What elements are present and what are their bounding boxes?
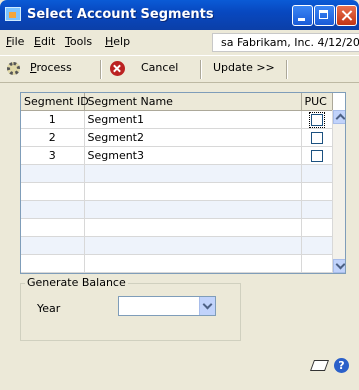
segment-id-cell: 3: [21, 146, 85, 165]
maximize-button[interactable]: [314, 5, 335, 26]
menu-bar: File Edit Tools Help sa Fabrikam, Inc. 4…: [2, 33, 359, 52]
app-icon: [5, 7, 21, 21]
group-title: Generate Balance: [25, 276, 128, 289]
menu-edit[interactable]: Edit: [34, 35, 55, 48]
table-row[interactable]: 2 Segment2: [21, 128, 333, 147]
close-button[interactable]: [336, 5, 357, 26]
menu-help[interactable]: Help: [105, 35, 130, 48]
puc-checkbox[interactable]: [310, 132, 323, 144]
cancel-icon: [110, 61, 125, 76]
puc-cell: [301, 128, 333, 147]
segment-name-cell: Segment3: [84, 146, 302, 165]
segment-name-cell: Segment2: [84, 128, 302, 147]
menu-file[interactable]: File: [6, 35, 24, 48]
puc-checkbox[interactable]: [308, 112, 325, 128]
select-account-segments-window: Select Account Segments File Edit Tools …: [0, 0, 359, 390]
update-button[interactable]: Update >>: [213, 61, 275, 74]
gear-icon: [7, 62, 20, 75]
minimize-button[interactable]: [292, 5, 313, 26]
toolbar-separator: [200, 60, 202, 79]
scroll-down-button[interactable]: [333, 259, 345, 273]
puc-cell: [301, 110, 333, 129]
window-title: Select Account Segments: [27, 7, 214, 22]
table-row[interactable]: 1 Segment1: [21, 110, 333, 129]
title-bar[interactable]: Select Account Segments: [0, 0, 359, 30]
empty-row[interactable]: [21, 182, 333, 201]
segment-id-cell: 1: [21, 110, 85, 129]
empty-row[interactable]: [21, 164, 333, 183]
scroll-up-button[interactable]: [333, 110, 345, 124]
company-user-date: sa Fabrikam, Inc. 4/12/2017: [212, 33, 359, 52]
empty-row[interactable]: [21, 254, 333, 273]
empty-row[interactable]: [21, 218, 333, 237]
process-button[interactable]: Process: [30, 61, 72, 74]
note-icon[interactable]: [309, 360, 330, 371]
segment-id-cell: 2: [21, 128, 85, 147]
help-icon[interactable]: ?: [334, 358, 349, 373]
grid-scrollbar[interactable]: [332, 110, 345, 273]
column-header-segment-id[interactable]: Segment ID: [21, 93, 89, 111]
segment-name-cell: Segment1: [84, 110, 302, 129]
chevron-down-icon[interactable]: [199, 297, 215, 315]
toolbar-separator: [100, 60, 102, 79]
empty-row[interactable]: [21, 200, 333, 219]
toolbar: Process Cancel Update >>: [0, 55, 359, 83]
year-label: Year: [37, 302, 61, 315]
menu-tools[interactable]: Tools: [65, 35, 92, 48]
generate-balance-group: Generate Balance Year: [20, 276, 241, 341]
segments-grid[interactable]: Segment ID Segment Name PUC 1 Segment1 2…: [20, 92, 346, 274]
table-row[interactable]: 3 Segment3: [21, 146, 333, 165]
year-dropdown[interactable]: [118, 296, 216, 316]
column-header-segment-name[interactable]: Segment Name: [84, 93, 302, 111]
puc-checkbox[interactable]: [310, 150, 323, 162]
column-header-puc[interactable]: PUC: [301, 93, 333, 111]
cancel-button[interactable]: Cancel: [141, 61, 178, 74]
puc-cell: [301, 146, 333, 165]
toolbar-separator: [286, 60, 288, 79]
empty-row[interactable]: [21, 236, 333, 255]
